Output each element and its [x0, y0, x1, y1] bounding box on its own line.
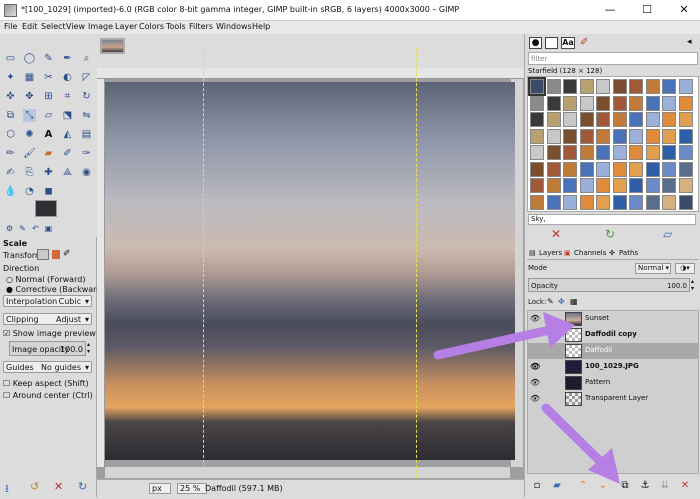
arrow-to-daffodil-copy [433, 312, 575, 360]
arrow-to-duplicate-button [541, 403, 620, 484]
annotation-arrows [433, 312, 620, 484]
